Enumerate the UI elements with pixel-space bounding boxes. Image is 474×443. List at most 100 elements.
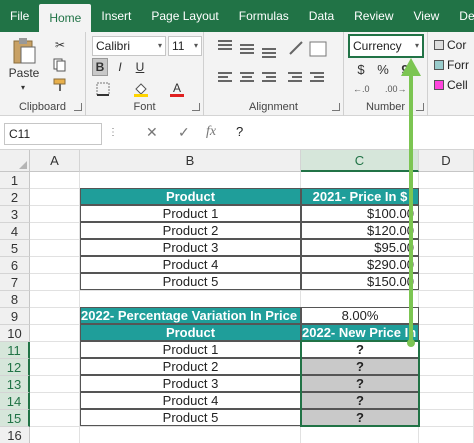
cell-b1[interactable] — [80, 172, 301, 189]
variation-value[interactable]: 8.00% — [301, 307, 419, 324]
fill-color-icon[interactable] — [130, 80, 152, 98]
tab-insert[interactable]: Insert — [91, 0, 141, 32]
column-header-a[interactable]: A — [30, 150, 80, 172]
table1-price-cell[interactable]: $120.00 — [301, 222, 419, 239]
table2-product-cell[interactable]: Product 4 — [80, 392, 301, 409]
cell-a5[interactable] — [30, 240, 80, 257]
table1-price-cell[interactable]: $150.00 — [301, 273, 419, 290]
table1-product-cell[interactable]: Product 4 — [80, 256, 301, 273]
cell-a7[interactable] — [30, 274, 80, 291]
cell-a16[interactable] — [30, 427, 80, 443]
cell-a9[interactable] — [30, 308, 80, 325]
row-header-6[interactable]: 6 — [0, 257, 30, 274]
cell-d9[interactable] — [419, 308, 474, 325]
row-header-15[interactable]: 15 — [0, 410, 30, 427]
alignment-icons[interactable] — [218, 40, 338, 96]
decrease-decimal-icon[interactable]: .00→ — [384, 80, 408, 96]
accounting-format-button[interactable]: $ — [352, 60, 370, 78]
increase-decimal-icon[interactable]: ←.0 — [352, 80, 376, 96]
cell-d14[interactable] — [419, 393, 474, 410]
paste-label[interactable]: Paste — [6, 66, 42, 80]
row-header-16[interactable]: 16 — [0, 427, 30, 443]
table1-price-cell[interactable]: $95.00 — [301, 239, 419, 256]
cell-a2[interactable] — [30, 189, 80, 206]
table2-product-cell[interactable]: Product 3 — [80, 375, 301, 392]
table1-price-cell[interactable]: $290.00 — [301, 256, 419, 273]
comma-style-button[interactable]: 9 — [396, 60, 414, 78]
cell-d16[interactable] — [419, 427, 474, 443]
clipboard-launcher-icon[interactable] — [74, 103, 82, 111]
insert-function-icon[interactable]: fx — [206, 124, 216, 140]
tab-page-layout[interactable]: Page Layout — [141, 0, 228, 32]
cell-d1[interactable] — [419, 172, 474, 189]
cell-a8[interactable] — [30, 291, 80, 308]
cell-a10[interactable] — [30, 325, 80, 342]
format-painter-icon[interactable] — [48, 76, 72, 94]
table1-price-cell[interactable]: $100.00 — [301, 205, 419, 222]
table2-new-price-cell[interactable]: ? — [301, 341, 419, 358]
table1-product-cell[interactable]: Product 3 — [80, 239, 301, 256]
cell-a12[interactable] — [30, 359, 80, 376]
cell-d2[interactable] — [419, 189, 474, 206]
row-header-11[interactable]: 11 — [0, 342, 30, 359]
cell-d15[interactable] — [419, 410, 474, 427]
conditional-formatting-button[interactable]: Cor — [434, 38, 466, 52]
cell-a11[interactable] — [30, 342, 80, 359]
table2-new-price-cell[interactable]: ? — [301, 375, 419, 392]
cell-d7[interactable] — [419, 274, 474, 291]
select-all-button[interactable] — [0, 150, 30, 172]
row-header-7[interactable]: 7 — [0, 274, 30, 291]
row-header-4[interactable]: 4 — [0, 223, 30, 240]
row-header-5[interactable]: 5 — [0, 240, 30, 257]
cell-c1[interactable] — [301, 172, 419, 189]
table1-header-product[interactable]: Product — [80, 188, 301, 205]
tab-home[interactable]: Home — [39, 4, 92, 32]
table2-product-cell[interactable]: Product 1 — [80, 341, 301, 358]
number-format-select[interactable]: Currency ▾ — [348, 34, 424, 58]
tab-data[interactable]: Data — [299, 0, 344, 32]
table2-header-new-price[interactable]: 2022- New Price In $ — [301, 324, 419, 341]
row-header-10[interactable]: 10 — [0, 325, 30, 342]
column-header-b[interactable]: B — [80, 150, 301, 172]
column-header-d[interactable]: D — [419, 150, 474, 172]
font-size-select[interactable]: 11 ▾ — [168, 36, 202, 56]
row-header-1[interactable]: 1 — [0, 172, 30, 189]
cell-d3[interactable] — [419, 206, 474, 223]
row-header-3[interactable]: 3 — [0, 206, 30, 223]
cell-a6[interactable] — [30, 257, 80, 274]
formula-input[interactable]: ? — [236, 124, 243, 139]
row-header-13[interactable]: 13 — [0, 376, 30, 393]
number-launcher-icon[interactable] — [416, 103, 424, 111]
table1-product-cell[interactable]: Product 2 — [80, 222, 301, 239]
font-name-select[interactable]: Calibri ▾ — [92, 36, 166, 56]
row-header-14[interactable]: 14 — [0, 393, 30, 410]
italic-button[interactable]: I — [112, 58, 128, 76]
table1-product-cell[interactable]: Product 5 — [80, 273, 301, 290]
name-box[interactable]: C11 — [4, 123, 102, 145]
enter-icon[interactable]: ✓ — [178, 124, 190, 141]
underline-button[interactable]: U — [132, 58, 148, 76]
name-box-dropdown-icon[interactable]: ⋮ — [108, 127, 118, 138]
tab-view[interactable]: View — [404, 0, 450, 32]
table2-header-product[interactable]: Product — [80, 324, 301, 341]
cell-b16[interactable] — [80, 427, 301, 443]
table1-header-price[interactable]: 2021- Price In $ — [301, 188, 419, 205]
tab-review[interactable]: Review — [344, 0, 403, 32]
table2-new-price-cell[interactable]: ? — [301, 392, 419, 409]
cell-d12[interactable] — [419, 359, 474, 376]
table2-new-price-cell[interactable]: ? — [301, 358, 419, 375]
font-launcher-icon[interactable] — [192, 103, 200, 111]
cell-d5[interactable] — [419, 240, 474, 257]
paste-button[interactable] — [10, 36, 38, 66]
row-header-8[interactable]: 8 — [0, 291, 30, 308]
cell-a15[interactable] — [30, 410, 80, 427]
tab-file[interactable]: File — [0, 0, 39, 32]
cell-a1[interactable] — [30, 172, 80, 189]
paste-dropdown-icon[interactable]: ▾ — [8, 82, 38, 92]
format-as-table-button[interactable]: Forr — [434, 58, 469, 72]
cell-d10[interactable] — [419, 325, 474, 342]
table1-product-cell[interactable]: Product 1 — [80, 205, 301, 222]
percent-style-button[interactable]: % — [374, 60, 392, 78]
copy-icon[interactable] — [48, 56, 72, 74]
alignment-launcher-icon[interactable] — [332, 103, 340, 111]
